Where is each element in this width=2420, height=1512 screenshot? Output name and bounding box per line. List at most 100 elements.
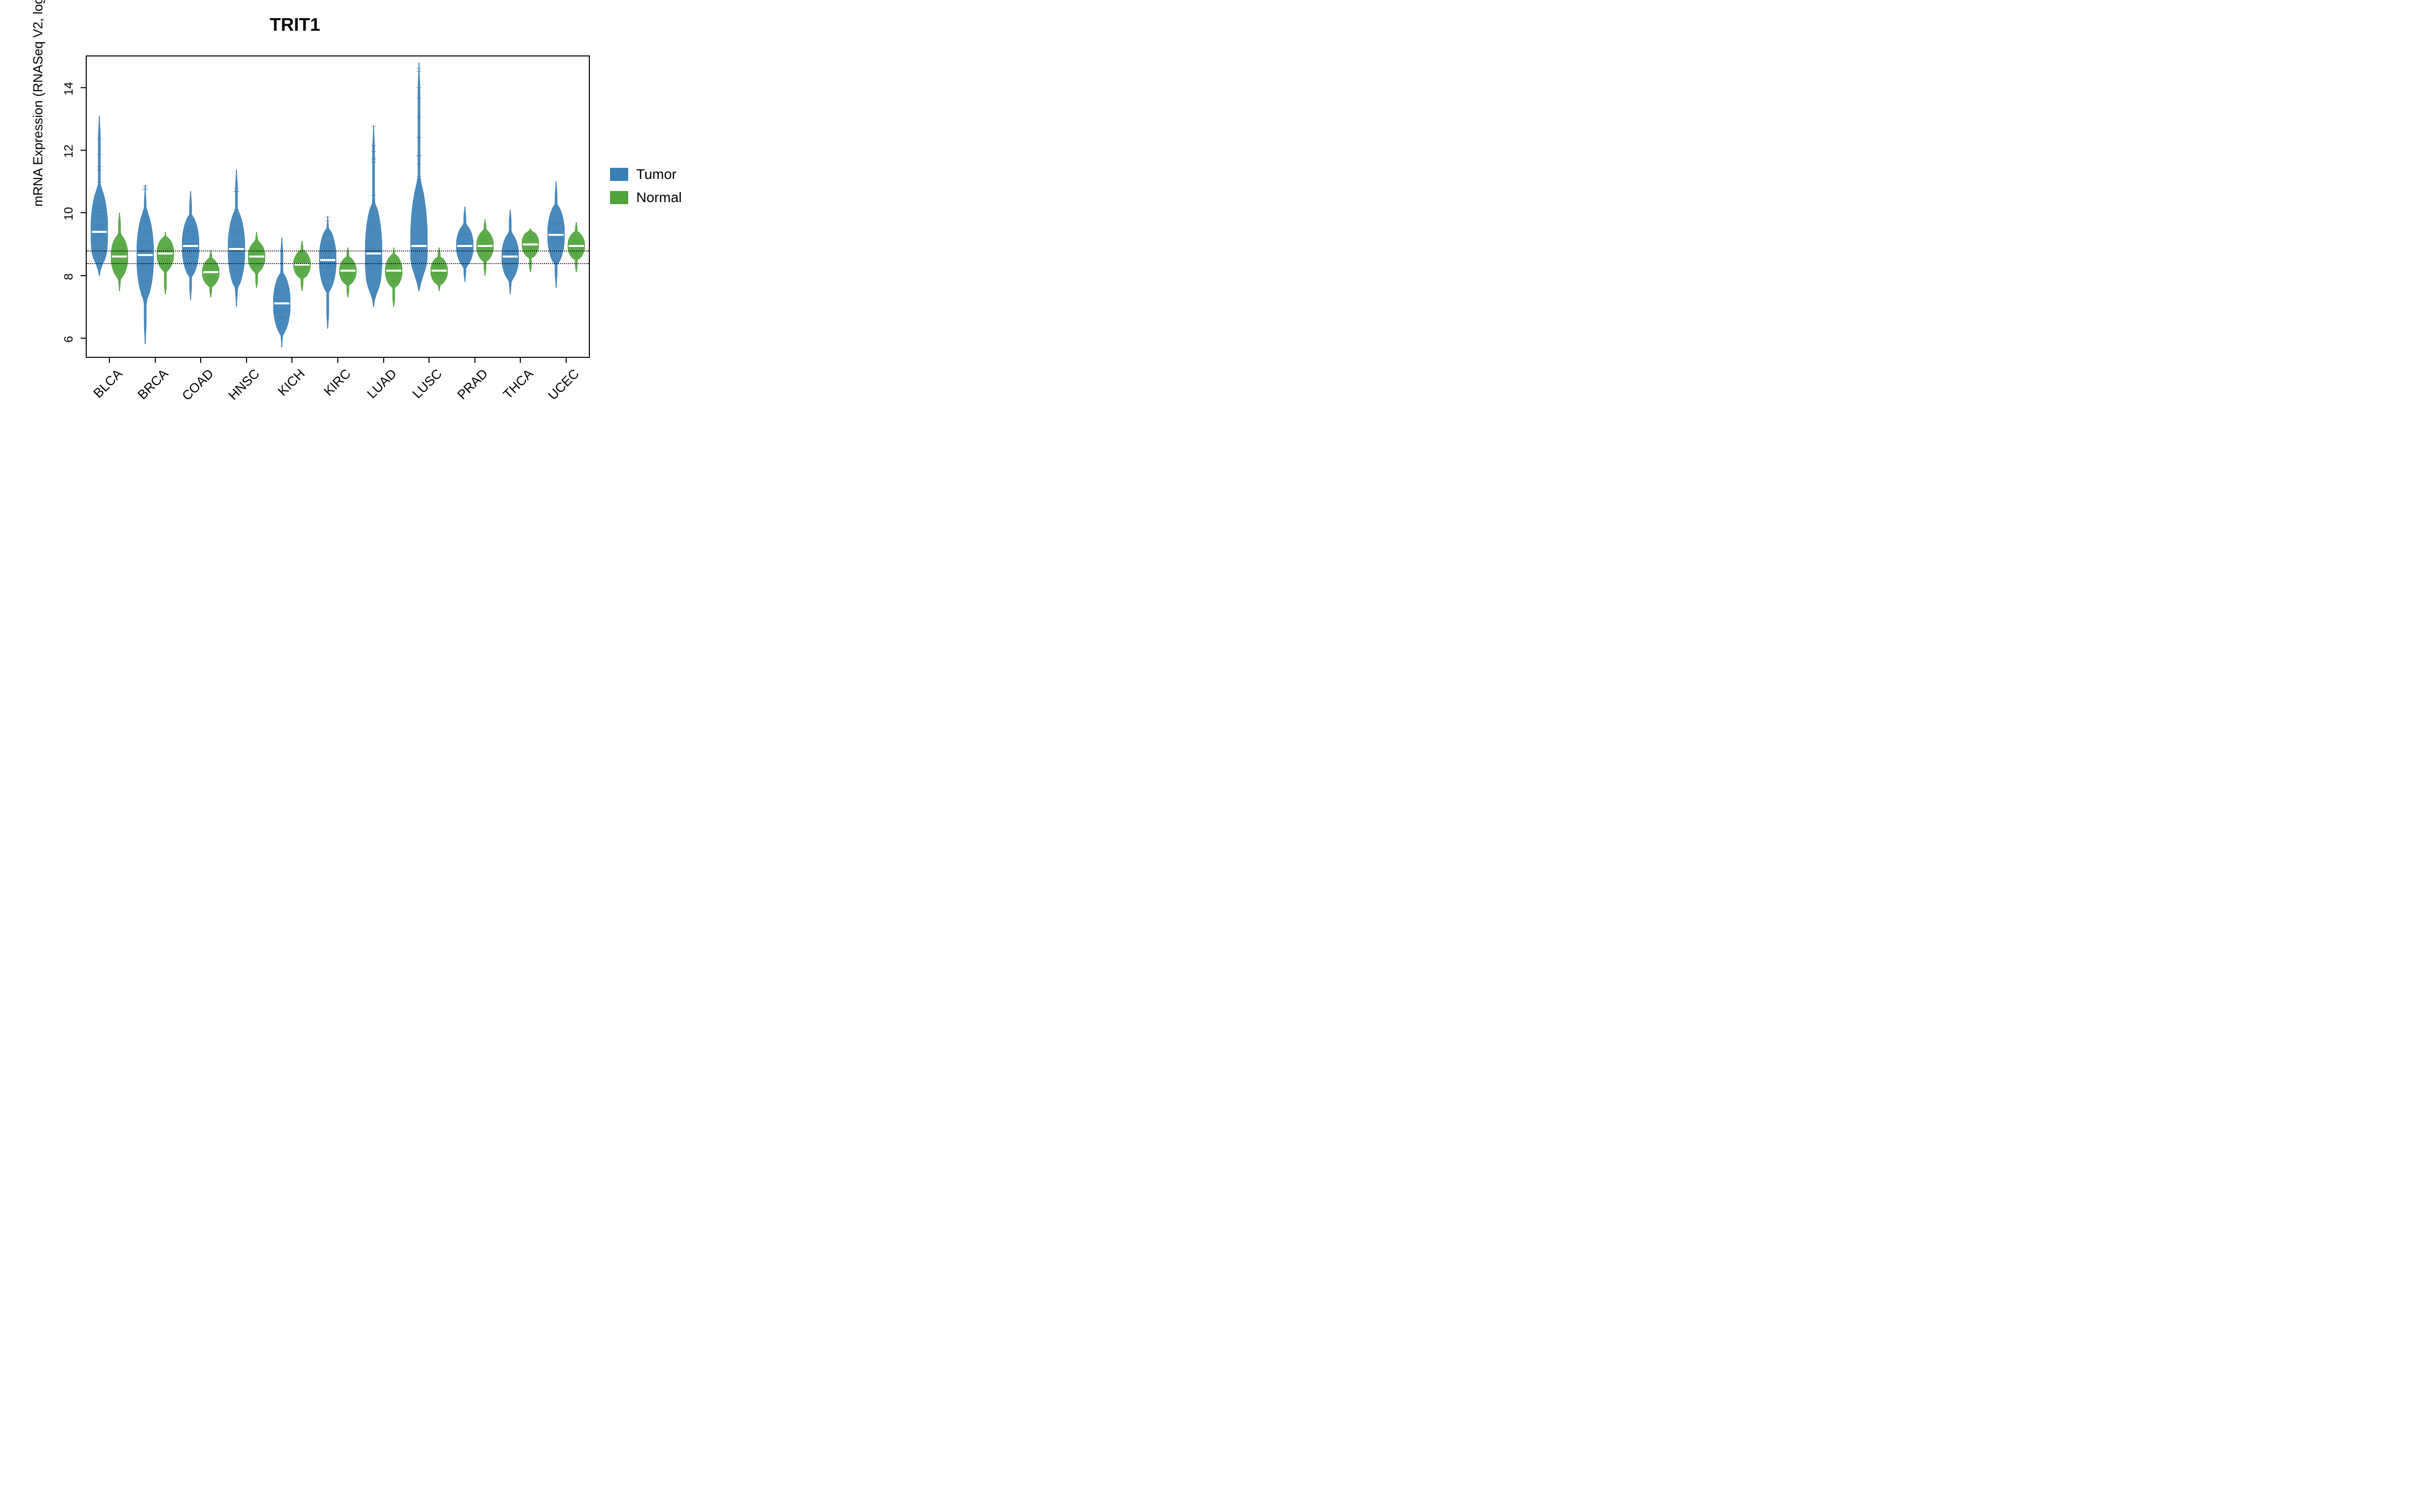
x-tick-label: KIRC (314, 366, 353, 405)
y-tick-label: 12 (62, 144, 76, 159)
y-tick-label: 14 (62, 81, 76, 96)
outlier-dash (97, 154, 102, 155)
x-tick (566, 357, 567, 363)
median-line (503, 256, 518, 258)
median-line (366, 253, 381, 255)
reference-line (87, 263, 589, 264)
outlier-dash (416, 71, 421, 72)
outlier-dash (371, 151, 376, 152)
x-tick-label: KICH (269, 366, 308, 405)
x-tick (520, 357, 521, 363)
bean-tumor (502, 210, 519, 294)
median-line (229, 248, 244, 250)
y-tick-label: 8 (62, 269, 76, 284)
bean-tumor (456, 207, 473, 282)
outlier-dash (143, 213, 148, 214)
chart-title: TRIT1 (0, 14, 590, 35)
outlier-dash (143, 188, 148, 189)
median-line (203, 271, 218, 273)
y-tick-label: 10 (62, 206, 76, 221)
y-tick (81, 275, 87, 276)
x-tick (291, 357, 292, 363)
bean-normal (385, 247, 402, 307)
x-tick-label: COAD (177, 366, 217, 405)
median-line (112, 256, 127, 258)
bean-normal (248, 232, 265, 288)
y-tick-label: 6 (62, 332, 76, 347)
median-line (432, 270, 447, 272)
median-line (274, 302, 289, 304)
bean-normal (293, 241, 311, 291)
x-tick-label: UCEC (542, 366, 582, 405)
median-line (457, 245, 472, 247)
outlier-dash (371, 195, 376, 196)
x-tick-label: BRCA (132, 366, 171, 405)
outlier-dash (416, 179, 421, 180)
median-line (320, 259, 335, 261)
x-tick-label: BLCA (86, 366, 126, 405)
x-tick-label: LUAD (360, 366, 399, 405)
outlier-dash (371, 159, 376, 160)
x-tick (155, 357, 156, 363)
bean-tumor (365, 125, 382, 307)
outlier-dash (416, 87, 421, 88)
legend-label-tumor: Tumor (636, 166, 677, 182)
y-tick (81, 150, 87, 151)
y-axis-label: mRNA Expression (RNASeq V2, log2) (30, 0, 46, 207)
median-line (183, 245, 198, 247)
outlier-dash (416, 137, 421, 138)
y-tick (81, 338, 87, 339)
legend-swatch-normal (610, 191, 628, 204)
bean-normal (339, 247, 356, 297)
bean-normal (202, 250, 219, 297)
median-line (523, 243, 538, 245)
median-line (92, 231, 107, 233)
y-tick (81, 212, 87, 213)
outlier-dash (416, 176, 421, 177)
bean-tumor (137, 185, 154, 345)
legend-item-normal: Normal (610, 190, 682, 206)
x-tick-label: HNSC (223, 366, 262, 405)
x-tick (200, 357, 201, 363)
median-line (138, 254, 153, 256)
outlier-dash (371, 126, 376, 127)
median-line (569, 245, 584, 247)
bean-tumor (228, 169, 245, 307)
bean-normal (111, 213, 128, 291)
bean-normal (568, 222, 585, 272)
x-tick (337, 357, 338, 363)
median-line (549, 234, 564, 236)
bean-normal (431, 247, 448, 291)
bean-tumor (91, 116, 108, 276)
outlier-dash (371, 145, 376, 146)
x-tick (109, 357, 110, 363)
x-tick-label: PRAD (451, 366, 491, 405)
outlier-dash (416, 68, 421, 69)
bean-tumor (273, 238, 290, 347)
legend: Tumor Normal (610, 166, 682, 213)
plot-area: 68101214BLCABRCACOADHNSCKICHKIRCLUADLUSC… (86, 55, 590, 358)
median-line (158, 253, 173, 255)
bean-tumor (319, 216, 336, 329)
median-line (386, 270, 401, 272)
x-tick-label: THCA (497, 366, 536, 405)
outlier-dash (416, 155, 421, 156)
median-line (249, 256, 264, 258)
bean-layer (87, 56, 589, 357)
median-line (340, 270, 355, 272)
legend-item-tumor: Tumor (610, 166, 682, 182)
chart-container: TRIT1 mRNA Expression (RNASeq V2, log2) … (0, 0, 746, 466)
median-line (411, 245, 427, 247)
x-tick (383, 357, 384, 363)
outlier-dash (234, 209, 239, 210)
legend-label-normal: Normal (636, 190, 682, 206)
outlier-dash (97, 166, 102, 167)
x-tick (429, 357, 430, 363)
x-tick (246, 357, 247, 363)
x-tick (474, 357, 475, 363)
reference-line (87, 250, 589, 251)
bean-normal (476, 219, 494, 276)
median-line (477, 245, 493, 247)
y-tick (81, 87, 87, 88)
legend-swatch-tumor (610, 168, 628, 181)
